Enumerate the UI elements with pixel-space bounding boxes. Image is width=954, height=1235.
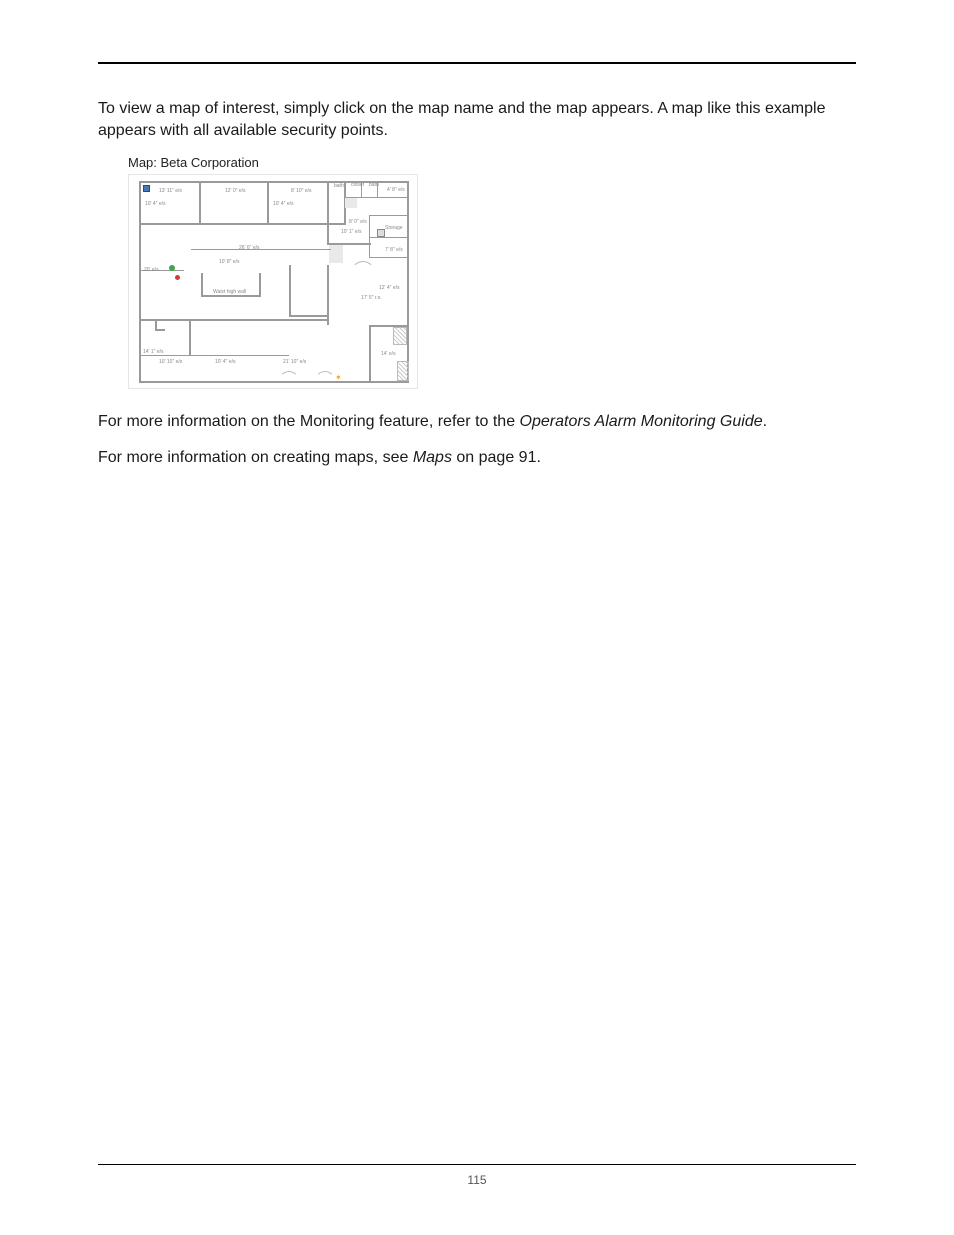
dim-label: 13' 11" e/s	[159, 188, 182, 194]
dim-label: 26' 6" e/s	[239, 245, 260, 251]
wall	[139, 381, 409, 383]
wall	[139, 181, 141, 381]
wall	[369, 257, 409, 258]
wall	[139, 319, 329, 321]
wall	[201, 273, 203, 297]
dim-label: 17' 5" r.o.	[361, 295, 382, 301]
wall	[407, 181, 409, 383]
room-label: bath	[369, 182, 379, 188]
security-point-panel-icon	[143, 185, 150, 192]
paragraph-2: For more information on the Monitoring f…	[98, 411, 856, 433]
door-arc	[279, 371, 299, 389]
room-label: 10' 4" e/s	[273, 201, 294, 207]
para2-suffix: .	[763, 413, 767, 430]
wall	[259, 273, 261, 297]
wall	[155, 319, 157, 329]
dim-label: 10' 10" e/s	[159, 359, 182, 365]
para2-prefix: For more information on the Monitoring f…	[98, 413, 520, 430]
para2-italic: Operators Alarm Monitoring Guide	[520, 413, 763, 430]
floorplan: 13' 11" e/s 12' 0" e/s 8' 10" e/s 10' 4"…	[128, 174, 418, 389]
dim-label: 10' 4" e/s	[215, 359, 236, 365]
wall	[155, 329, 165, 331]
wall	[327, 181, 329, 245]
room-label: closet	[351, 182, 364, 188]
room-label: bath	[334, 183, 344, 189]
dim-label: 20' e/s	[144, 267, 159, 273]
map-figure: Map: Beta Corporation	[128, 155, 418, 389]
security-point-alarm-icon	[175, 275, 180, 280]
wall	[189, 319, 191, 355]
wall	[139, 223, 344, 225]
wall	[267, 181, 269, 225]
door-arc	[351, 261, 375, 285]
dim-label: 8' 10" e/s	[291, 188, 312, 194]
wall	[201, 295, 261, 297]
document-page: To view a map of interest, simply click …	[0, 0, 954, 1235]
dim-line	[139, 355, 289, 356]
dim-label: 12' 0" e/s	[225, 188, 246, 194]
wall	[369, 237, 409, 238]
wall	[369, 215, 409, 216]
top-rule	[98, 62, 856, 64]
wall	[369, 215, 370, 257]
door-arc	[315, 371, 335, 389]
page-number: 115	[467, 1173, 486, 1187]
room-label: 14' e/s	[381, 351, 396, 357]
para3-italic: Maps	[413, 449, 452, 466]
dim-label: 14' 1" e/s	[143, 349, 164, 355]
wall	[289, 265, 291, 315]
room-label: 10' 4" e/s	[145, 201, 166, 207]
map-title-prefix: Map:	[128, 155, 161, 170]
dim-label: 10' 1" e/s	[341, 229, 362, 235]
security-point-device-icon	[377, 229, 385, 237]
wall	[369, 325, 371, 381]
dim-label: 10' 8" e/s	[219, 259, 240, 265]
dim-label: 8' 0" e/s	[349, 219, 367, 225]
hatched-area	[397, 361, 409, 381]
dim-label: 21' 10" e/s	[283, 359, 306, 365]
shaded-area	[345, 198, 357, 208]
room-label: Waist high wall	[213, 289, 246, 295]
room-label: Storage	[385, 225, 403, 231]
hatched-area	[393, 327, 407, 345]
para3-suffix: on page 91.	[452, 449, 541, 466]
security-point-star-icon: ✶	[335, 373, 342, 382]
paragraph-3: For more information on creating maps, s…	[98, 447, 856, 469]
map-title-name: Beta Corporation	[161, 155, 259, 170]
intro-paragraph: To view a map of interest, simply click …	[98, 98, 856, 141]
dim-label: 4' 8" e/s	[387, 187, 405, 193]
map-title: Map: Beta Corporation	[128, 155, 418, 170]
dim-label: 12' 4" e/s	[379, 285, 400, 291]
para3-prefix: For more information on creating maps, s…	[98, 449, 413, 466]
shaded-area	[329, 245, 343, 263]
wall	[199, 181, 201, 225]
dim-label: 7' 8" e/s	[385, 247, 403, 253]
wall	[289, 315, 329, 317]
dim-line	[191, 249, 331, 250]
page-footer: 115	[98, 1164, 856, 1187]
